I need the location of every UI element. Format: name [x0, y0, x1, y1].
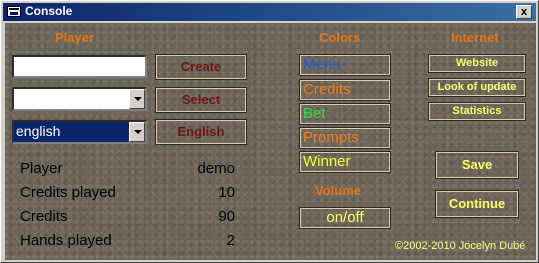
look-of-update-button[interactable]: Look of update: [428, 78, 526, 97]
language-select[interactable]: english: [12, 120, 147, 144]
close-button[interactable]: x: [516, 5, 532, 19]
statistics-button[interactable]: Statistics: [428, 102, 526, 121]
stat-label-credits-played: Credits played: [20, 184, 116, 201]
continue-button[interactable]: Continue: [435, 190, 519, 218]
color-item-prompts[interactable]: Prompts: [299, 127, 391, 149]
stat-value-hands-played: 2: [226, 232, 235, 249]
window-title: Console: [25, 4, 73, 18]
stat-label-player: Player: [20, 160, 63, 177]
language-select-value: english: [16, 123, 61, 139]
copyright-text: ©2002-2010 Jocelyn Dubé: [395, 240, 526, 252]
color-item-credits[interactable]: Credits: [299, 79, 391, 101]
stat-value-player: demo: [197, 160, 235, 177]
content-panel: Player Create Select english English Pla…: [5, 23, 536, 260]
website-button[interactable]: Website: [428, 54, 526, 73]
internet-header: Internet: [451, 30, 499, 45]
volume-header: Volume: [315, 183, 361, 198]
color-item-bet[interactable]: Bet: [299, 103, 391, 125]
color-item-winner[interactable]: Winner: [299, 151, 391, 173]
console-app-icon: [7, 6, 21, 17]
stat-label-credits: Credits: [20, 208, 68, 225]
colors-header: Colors: [319, 30, 361, 45]
stat-value-credits: 90: [218, 208, 235, 225]
console-window: Console x Player Create Select english E…: [0, 0, 539, 263]
create-button[interactable]: Create: [155, 54, 247, 80]
save-button[interactable]: Save: [435, 151, 519, 179]
player-select[interactable]: [12, 87, 147, 111]
title-bar[interactable]: Console x: [3, 3, 536, 21]
color-item-menu[interactable]: Menu: [299, 54, 391, 76]
chevron-down-icon[interactable]: [129, 122, 145, 142]
stat-value-credits-played: 10: [218, 184, 235, 201]
chevron-down-icon[interactable]: [129, 89, 145, 109]
player-name-input[interactable]: [12, 55, 147, 78]
volume-toggle-button[interactable]: on/off: [299, 207, 391, 229]
stat-label-hands-played: Hands played: [20, 232, 112, 249]
select-button[interactable]: Select: [155, 87, 247, 113]
english-button[interactable]: English: [155, 119, 247, 145]
player-header: Player: [55, 30, 95, 45]
